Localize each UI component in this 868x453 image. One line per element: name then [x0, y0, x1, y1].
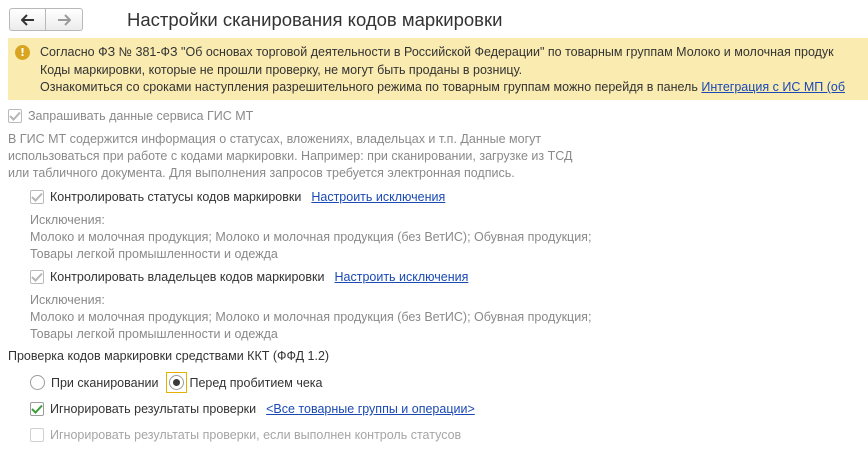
banner-line-3: Ознакомиться со сроками наступления разр… [40, 80, 845, 94]
product-groups-link[interactable]: <Все товарные группы и операции> [266, 402, 475, 416]
gis-request-checkbox[interactable] [8, 109, 22, 123]
banner-line-1: Согласно ФЗ № 381-ФЗ "Об основах торгово… [40, 45, 834, 59]
owner-exceptions-line: Товары легкой промышленности и одежда [30, 327, 278, 341]
radio-selected-dot [173, 379, 181, 386]
ignore-if-status-label: Игнорировать результаты проверки, если в… [50, 428, 462, 442]
status-exceptions-label: Исключения: [30, 213, 105, 227]
owner-control-label: Контролировать владельцев кодов маркиров… [50, 270, 325, 284]
info-icon: ! [15, 45, 30, 60]
owner-control-checkbox[interactable] [30, 270, 44, 284]
ignore-if-status-row: Игнорировать результаты проверки, если в… [30, 428, 461, 442]
ignore-results-row: Игнорировать результаты проверки <Все то… [30, 402, 475, 416]
page-title: Настройки сканирования кодов маркировки [127, 9, 503, 30]
owner-control-row: Контролировать владельцев кодов маркиров… [30, 270, 468, 284]
ignore-if-status-checkbox[interactable] [30, 428, 44, 442]
gis-request-row: Запрашивать данные сервиса ГИС МТ [8, 109, 253, 123]
status-control-label: Контролировать статусы кодов маркировки [50, 190, 302, 204]
gis-request-label: Запрашивать данные сервиса ГИС МТ [28, 109, 254, 123]
kkt-heading: Проверка кодов маркировки средствами ККТ… [8, 349, 330, 363]
forward-button[interactable] [46, 8, 83, 31]
integration-link[interactable]: Интеграция с ИС МП (об [701, 80, 845, 94]
checkmark-icon [9, 111, 21, 121]
radio-on-scan[interactable] [30, 375, 45, 390]
owner-exceptions-text: Исключения: Молоко и молочная продукция;… [30, 292, 591, 343]
checkmark-icon [31, 404, 43, 414]
status-exceptions-line: Товары легкой промышленности и одежда [30, 247, 278, 261]
navigation-buttons [9, 8, 83, 31]
ignore-results-label: Игнорировать результаты проверки [50, 402, 257, 416]
status-control-checkbox[interactable] [30, 190, 44, 204]
banner-line-2: Коды маркировки, которые не прошли прове… [40, 63, 523, 77]
status-exceptions-link[interactable]: Настроить исключения [311, 190, 445, 204]
info-banner: ! Согласно ФЗ № 381-ФЗ "Об основах торго… [8, 38, 868, 100]
gis-description-line: или табличного документа. Для выполнения… [8, 166, 515, 180]
radio-before-receipt[interactable] [169, 375, 185, 390]
status-control-row: Контролировать статусы кодов маркировки … [30, 190, 445, 204]
radio-on-scan-label: При сканировании [51, 375, 159, 390]
gis-description-line: использоваться при работе с кодами марки… [8, 149, 573, 163]
status-exceptions-text: Исключения: Молоко и молочная продукция;… [30, 212, 591, 263]
checkmark-icon [31, 272, 43, 282]
ignore-results-checkbox[interactable] [30, 402, 44, 416]
back-button[interactable] [9, 8, 46, 31]
owner-exceptions-line: Молоко и молочная продукция; Молоко и мо… [30, 310, 592, 324]
arrow-left-icon [20, 13, 34, 26]
owner-exceptions-link[interactable]: Настроить исключения [334, 270, 468, 284]
banner-line-3-text: Ознакомиться со сроками наступления разр… [40, 80, 698, 94]
kkt-mode-radio-group: При сканировании Перед пробитием чека [30, 372, 323, 393]
gis-description: В ГИС МТ содержится информация о статуса… [8, 131, 572, 182]
checkmark-icon [31, 192, 43, 202]
status-exceptions-line: Молоко и молочная продукция; Молоко и мо… [30, 230, 592, 244]
radio-before-receipt-focus[interactable] [166, 372, 188, 393]
owner-exceptions-label: Исключения: [30, 293, 105, 307]
gis-description-line: В ГИС МТ содержится информация о статуса… [8, 132, 542, 146]
radio-before-receipt-label: Перед пробитием чека [189, 375, 323, 390]
arrow-right-icon [58, 13, 71, 26]
